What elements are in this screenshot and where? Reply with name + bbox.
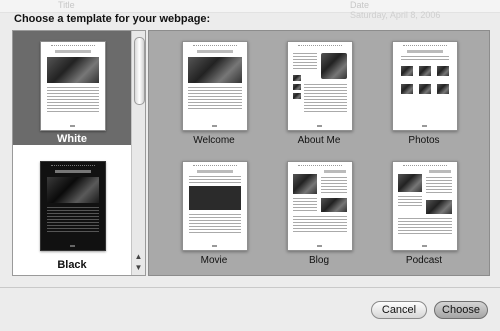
background-title-label: Title [58, 0, 75, 10]
theme-list-scrollbar[interactable]: ▲ ▼ [131, 31, 145, 275]
template-photos[interactable]: Photos [379, 31, 469, 146]
template-podcast[interactable]: Podcast [379, 151, 469, 266]
sheet-title: Choose a template for your webpage: [14, 13, 211, 25]
template-label-photos: Photos [408, 135, 440, 146]
theme-label-white: White [57, 133, 87, 145]
template-label-welcome: Welcome [193, 135, 235, 146]
theme-label-black: Black [57, 259, 87, 271]
template-thumbnail-blog [287, 161, 353, 251]
background-date-value: Saturday, April 8, 2006 [350, 10, 441, 20]
template-label-podcast: Podcast [405, 255, 443, 266]
template-blog[interactable]: Blog [274, 151, 364, 266]
scrollbar-thumb[interactable] [134, 37, 145, 105]
theme-list[interactable]: White Black ▲ ▼ [12, 30, 146, 276]
template-thumbnail-about-me [287, 41, 353, 131]
theme-thumbnail-black [40, 161, 106, 251]
cancel-button[interactable]: Cancel [371, 301, 427, 319]
template-label-movie: Movie [200, 255, 228, 266]
theme-item-black[interactable]: Black [13, 151, 131, 271]
choose-button[interactable]: Choose [434, 301, 488, 319]
background-date-label: Date [350, 0, 370, 10]
template-thumbnail-welcome [182, 41, 248, 131]
template-thumbnail-movie [182, 161, 248, 251]
template-thumbnail-photos [392, 41, 458, 131]
template-movie[interactable]: Movie [169, 151, 259, 266]
template-thumbnail-podcast [392, 161, 458, 251]
footer-divider [0, 287, 500, 288]
template-label-about-me: About Me [297, 135, 341, 146]
template-grid: Welcome About Me Photos Movie Blog Podca… [148, 30, 490, 276]
template-label-blog: Blog [308, 255, 329, 266]
theme-item-white[interactable]: White [13, 31, 131, 145]
scroll-down-icon[interactable]: ▼ [132, 262, 145, 274]
template-welcome[interactable]: Welcome [169, 31, 259, 146]
template-about-me[interactable]: About Me [274, 31, 364, 146]
theme-thumbnail-white [40, 41, 106, 131]
